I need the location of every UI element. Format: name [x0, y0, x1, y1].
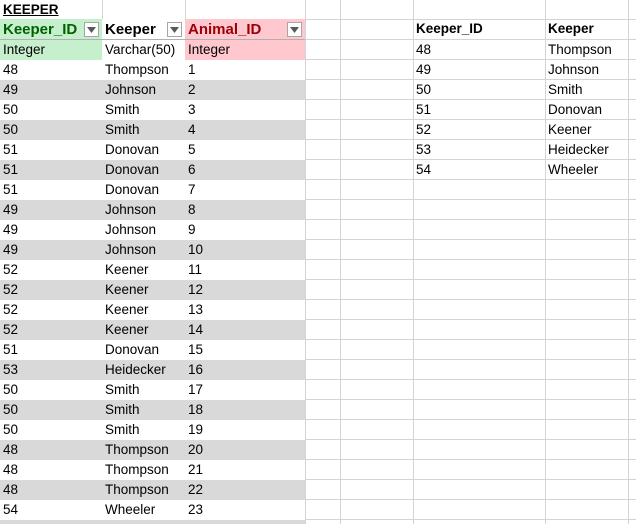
table-cell[interactable]: Wheeler: [102, 500, 185, 520]
table-cell[interactable]: 12: [185, 280, 305, 300]
table-cell[interactable]: Donovan: [102, 340, 185, 360]
spreadsheet-canvas: KEEPER Keeper_ID Keeper Animal_ID Integer Var…: [0, 0, 636, 524]
table-cell[interactable]: 20: [185, 440, 305, 460]
table-cell[interactable]: 52: [0, 320, 102, 340]
table-cell[interactable]: 9: [185, 220, 305, 240]
table-cell[interactable]: 51: [0, 340, 102, 360]
table-cell[interactable]: 22: [185, 480, 305, 500]
table-cell[interactable]: Smith: [102, 100, 185, 120]
table-cell[interactable]: 24: [185, 520, 305, 524]
table-cell[interactable]: 51: [0, 160, 102, 180]
table-cell[interactable]: Donovan: [102, 180, 185, 200]
table-cell[interactable]: 48: [0, 480, 102, 500]
table-cell[interactable]: 4: [185, 120, 305, 140]
table-cell[interactable]: 16: [185, 360, 305, 380]
table-cell[interactable]: 18: [185, 400, 305, 420]
table-cell[interactable]: Johnson: [102, 80, 185, 100]
table-cell[interactable]: Keener: [102, 280, 185, 300]
table-cell[interactable]: 50: [0, 100, 102, 120]
lookup-cell[interactable]: 49: [413, 60, 545, 80]
table-cell[interactable]: Keener: [102, 300, 185, 320]
lookup-cell[interactable]: 50: [413, 80, 545, 100]
table-cell[interactable]: 50: [0, 420, 102, 440]
table-cell[interactable]: 21: [185, 460, 305, 480]
table-cell[interactable]: 53: [0, 360, 102, 380]
table-cell[interactable]: 48: [0, 440, 102, 460]
table-cell[interactable]: 13: [185, 300, 305, 320]
table-cell[interactable]: 52: [0, 260, 102, 280]
table-cell[interactable]: 50: [0, 120, 102, 140]
table-cell[interactable]: 2: [185, 80, 305, 100]
datatype-cell[interactable]: Integer: [0, 40, 102, 60]
table-cell[interactable]: 51: [0, 140, 102, 160]
lookup-cell[interactable]: 48: [413, 40, 545, 60]
table-cell[interactable]: Smith: [102, 380, 185, 400]
table-cell[interactable]: 11: [185, 260, 305, 280]
datatype-cell[interactable]: Varchar(50): [102, 40, 185, 60]
lookup-cell[interactable]: Keener: [545, 120, 628, 140]
table-cell[interactable]: 48: [0, 60, 102, 80]
table-cell[interactable]: 49: [0, 240, 102, 260]
table-cell[interactable]: 15: [185, 340, 305, 360]
table-cell[interactable]: 51: [0, 180, 102, 200]
filter-dropdown-icon[interactable]: [84, 22, 99, 37]
table-cell[interactable]: 49: [0, 80, 102, 100]
table-cell[interactable]: 50: [0, 400, 102, 420]
table-title: KEEPER: [3, 2, 59, 17]
table-cell[interactable]: 5: [185, 140, 305, 160]
table-cell[interactable]: Smith: [102, 400, 185, 420]
table-cell[interactable]: 10: [185, 240, 305, 260]
filter-dropdown-icon[interactable]: [167, 22, 182, 37]
table-cell[interactable]: 6: [185, 160, 305, 180]
lookup-cell[interactable]: 51: [413, 100, 545, 120]
table-cell[interactable]: 49: [0, 200, 102, 220]
table-cell[interactable]: 52: [0, 300, 102, 320]
lookup-cell[interactable]: Johnson: [545, 60, 628, 80]
table-cell[interactable]: Johnson: [102, 220, 185, 240]
lookup-cell[interactable]: Thompson: [545, 40, 628, 60]
lookup-cell[interactable]: Smith: [545, 80, 628, 100]
table-cell[interactable]: Keener: [102, 320, 185, 340]
table-cell[interactable]: 17: [185, 380, 305, 400]
lookup-cell[interactable]: Donovan: [545, 100, 628, 120]
table-cell[interactable]: Donovan: [102, 160, 185, 180]
lookup-cell[interactable]: 52: [413, 120, 545, 140]
lookup-header-keeper: Keeper: [548, 21, 594, 36]
filter-dropdown-icon[interactable]: [287, 22, 302, 37]
lookup-cell[interactable]: 54: [413, 160, 545, 180]
table-cell[interactable]: 23: [185, 500, 305, 520]
table-cell[interactable]: 7: [185, 180, 305, 200]
table-cell[interactable]: 54: [0, 500, 102, 520]
table-cell[interactable]: 49: [0, 220, 102, 240]
table-cell[interactable]: 8: [185, 200, 305, 220]
table-cell[interactable]: Heidecker: [102, 360, 185, 380]
table-cell[interactable]: 19: [185, 420, 305, 440]
table-cell[interactable]: Smith: [102, 420, 185, 440]
datatype-cell[interactable]: Integer: [185, 40, 305, 60]
lookup-cell[interactable]: Heidecker: [545, 140, 628, 160]
table-cell[interactable]: 54: [0, 520, 102, 524]
table-cell[interactable]: 3: [185, 100, 305, 120]
table-cell[interactable]: 48: [0, 460, 102, 480]
lookup-cell[interactable]: Wheeler: [545, 160, 628, 180]
table-cell[interactable]: Johnson: [102, 240, 185, 260]
table-cell[interactable]: Keener: [102, 260, 185, 280]
table-cell[interactable]: Johnson: [102, 200, 185, 220]
table-cell[interactable]: 1: [185, 60, 305, 80]
table-cell[interactable]: Smith: [102, 120, 185, 140]
table-cell[interactable]: Thompson: [102, 480, 185, 500]
table-cell[interactable]: 52: [0, 280, 102, 300]
lookup-header-keeper_id: Keeper_ID: [416, 21, 483, 36]
table-cell[interactable]: 50: [0, 380, 102, 400]
table-cell[interactable]: 14: [185, 320, 305, 340]
table-cell[interactable]: Thompson: [102, 460, 185, 480]
table-cell[interactable]: Donovan: [102, 140, 185, 160]
lookup-cell[interactable]: 53: [413, 140, 545, 160]
table-cell[interactable]: Thompson: [102, 60, 185, 80]
table-cell[interactable]: Thompson: [102, 440, 185, 460]
table-cell[interactable]: Wheeler: [102, 520, 185, 524]
